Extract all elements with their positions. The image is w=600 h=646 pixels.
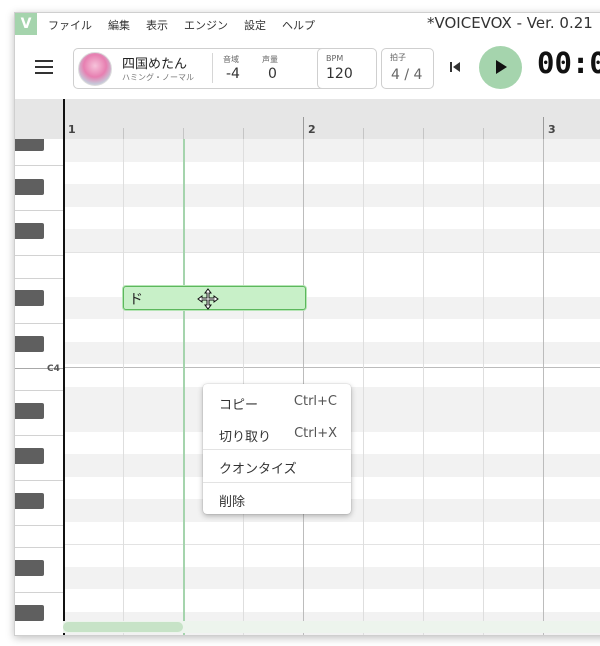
piano-black-key[interactable] [15,290,44,306]
measure-number: 3 [548,123,556,136]
copy-label: コピー [219,398,259,413]
play-icon [496,60,507,74]
character-name: 四国めたん [122,57,188,72]
range-value[interactable]: -4 [226,66,240,82]
piano-black-key[interactable] [15,336,44,352]
menu-item-copy[interactable]: コピー Ctrl+C [203,386,351,418]
menu-settings[interactable]: 設定 [244,17,266,33]
toolbar: 四国めたん ハミング・ノーマル 音域 -4 声量 0 BPM 120 拍子 4 … [15,35,600,99]
note-lyric[interactable]: ド [129,289,143,309]
window-title: *VOICEVOX - Ver. 0.21 [427,14,593,32]
menu-help[interactable]: ヘルプ [282,17,315,33]
copy-shortcut: Ctrl+C [293,394,337,409]
delete-label: 削除 [219,495,246,510]
score-editor: 1 2 3 C4 ド コピー Ctrl+C 切り取り Ctrl+X クオンタイズ… [15,99,600,635]
range-label: 音域 [223,55,239,64]
piano-black-key[interactable] [15,403,44,419]
menu-engine[interactable]: エンジン [184,17,228,33]
app-logo-icon: V [15,13,37,35]
cut-shortcut: Ctrl+X [294,426,337,441]
measure-number: 1 [68,123,76,136]
quantize-label: クオンタイズ [219,462,297,477]
measure-number: 2 [308,123,316,136]
volume-label: 声量 [262,55,278,64]
app-window: V ファイル 編集 表示 エンジン 設定 ヘルプ *VOICEVOX - Ver… [14,12,600,636]
playhead[interactable] [183,139,185,635]
playback-time: 00:0 [537,46,600,80]
menu-edit[interactable]: 編集 [108,17,130,33]
play-button[interactable] [479,46,522,89]
skip-back-icon[interactable] [447,59,463,75]
menu-view[interactable]: 表示 [146,17,168,33]
character-avatar [78,52,112,86]
menu-item-delete[interactable]: 削除 [203,483,351,515]
piano-keyboard[interactable]: C4 [15,139,63,635]
menu-item-cut[interactable]: 切り取り Ctrl+X [203,418,351,450]
piano-black-key[interactable] [15,605,44,621]
piano-black-key[interactable] [15,560,44,576]
piano-black-key[interactable] [15,139,44,151]
piano-black-key[interactable] [15,179,44,195]
menu-item-quantize[interactable]: クオンタイズ [203,450,351,482]
divider [212,53,213,83]
scrollbar-thumb[interactable] [63,622,183,632]
horizontal-scrollbar[interactable] [63,621,600,633]
piano-black-key[interactable] [15,448,44,464]
bpm-label: BPM [326,54,344,63]
move-cursor-icon [197,288,219,310]
title-bar: V ファイル 編集 表示 エンジン 設定 ヘルプ *VOICEVOX - Ver… [15,13,600,35]
cut-label: 切り取り [219,430,272,445]
measure-ruler[interactable]: 1 2 3 [15,99,600,139]
keyboard-border [63,99,65,635]
character-selector[interactable]: 四国めたん ハミング・ノーマル 音域 -4 声量 0 [73,48,331,89]
bpm-value[interactable]: 120 [326,66,353,82]
time-signature-label: 拍子 [390,53,406,62]
time-signature-field[interactable]: 拍子 4 / 4 [381,48,434,89]
menu-file[interactable]: ファイル [48,17,92,33]
context-menu: コピー Ctrl+C 切り取り Ctrl+X クオンタイズ 削除 [203,384,351,514]
time-signature-value[interactable]: 4 / 4 [391,67,422,83]
piano-black-key[interactable] [15,493,44,509]
menu-icon[interactable] [35,60,53,74]
bpm-field[interactable]: BPM 120 [317,48,377,89]
c4-label: C4 [47,364,60,374]
volume-value[interactable]: 0 [268,66,277,82]
character-style: ハミング・ノーマル [122,73,194,82]
piano-black-key[interactable] [15,223,44,239]
